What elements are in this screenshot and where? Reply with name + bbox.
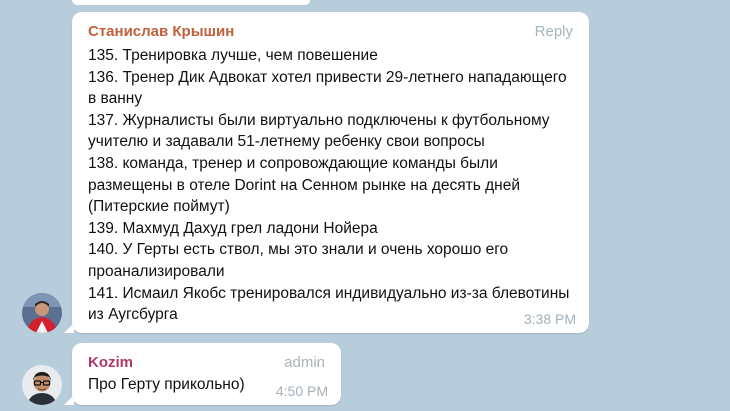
- message-text[interactable]: Про Герту прикольно): [88, 376, 245, 394]
- message-line: 141. Исмаил Якобс тренировался индивидуа…: [88, 284, 570, 324]
- admin-badge: admin: [284, 354, 325, 371]
- sender-name[interactable]: Kozim: [88, 354, 133, 371]
- avatar-photo-icon: [22, 293, 62, 333]
- message-text[interactable]: 135. Тренировка лучше, чем повешение 136…: [88, 45, 574, 326]
- avatar-photo-icon: [22, 365, 62, 405]
- message-line: 140. У Герты есть ствол, мы это знали и …: [88, 241, 509, 280]
- message-line: 137. Журналисты были виртуально подключе…: [88, 111, 550, 151]
- message-line: 135. Тренировка лучше, чем повешение: [88, 47, 378, 64]
- message-line: 139. Махмуд Дахуд грел ладони Нойера: [88, 219, 378, 237]
- previous-message-bubble-edge: [72, 0, 310, 5]
- sender-avatar-stanislav[interactable]: [22, 293, 62, 333]
- message-line: 136. Тренер Дик Адвокат хотел привести 2…: [88, 68, 567, 108]
- reply-button[interactable]: Reply: [535, 23, 573, 40]
- message-timestamp: 4:50 PM: [275, 383, 328, 399]
- message-bubble[interactable]: Kozim admin Про Герту прикольно) 4:50 PM: [72, 343, 341, 405]
- message-line: 138. команда, тренер и сопровождающие ко…: [88, 154, 520, 216]
- sender-avatar-kozim[interactable]: [22, 365, 62, 405]
- sender-name[interactable]: Станислав Крышин: [88, 23, 234, 40]
- message-timestamp: 3:38 PM: [523, 311, 576, 327]
- message-bubble[interactable]: Станислав Крышин Reply 135. Тренировка л…: [72, 12, 589, 333]
